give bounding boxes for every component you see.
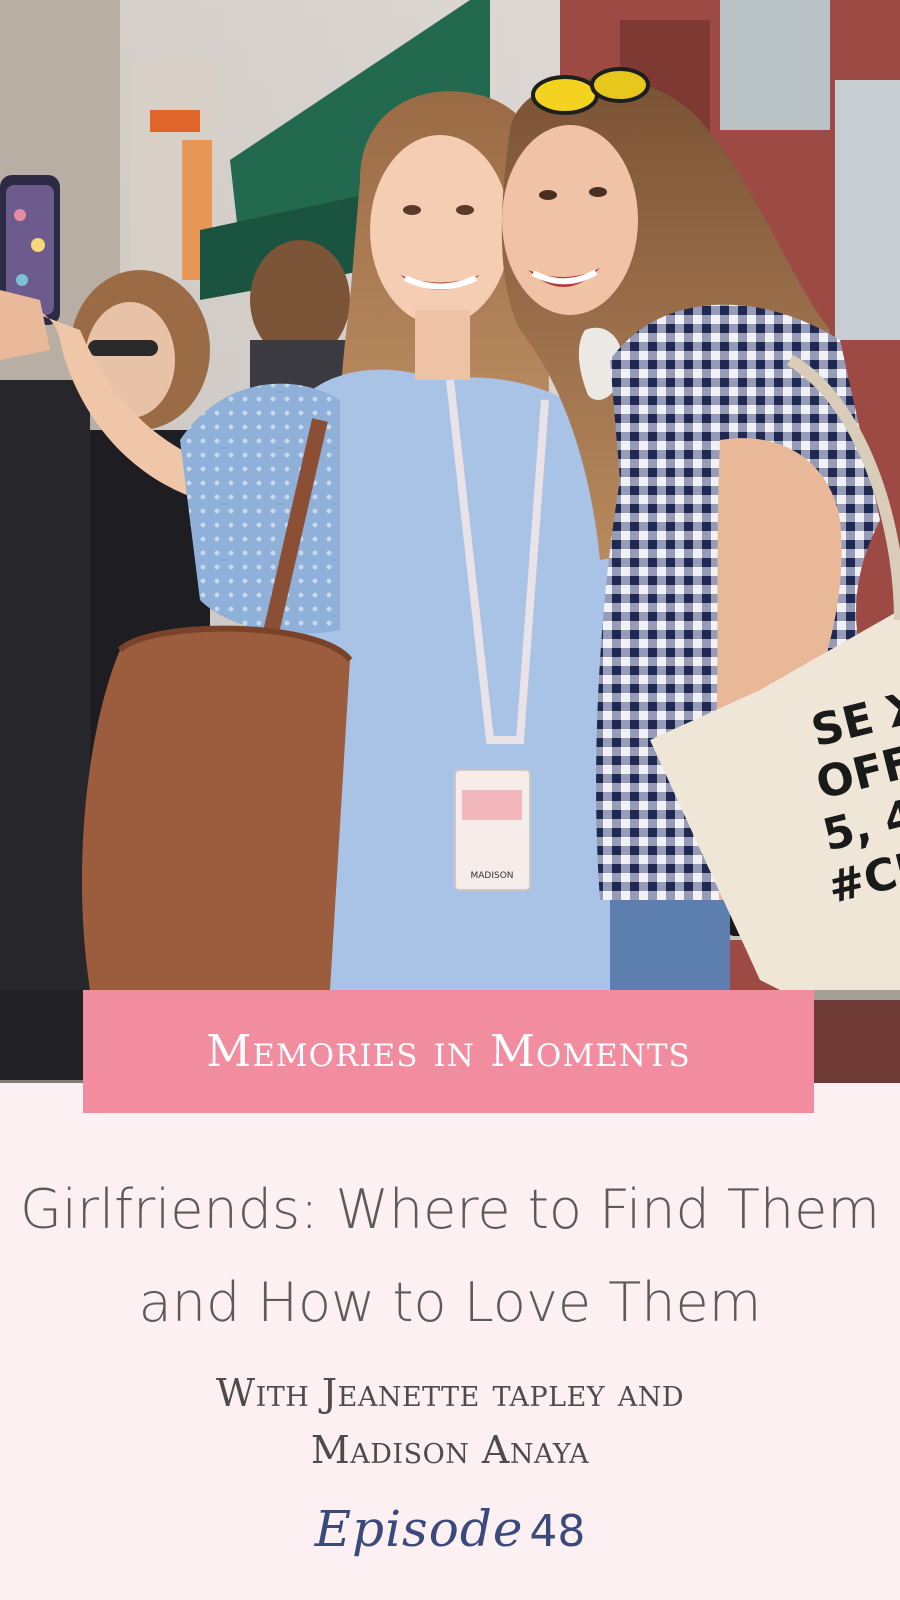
badge-name-text: MADISON <box>470 871 513 881</box>
hosts-credit: With Jeanette tapley and Madison Anaya <box>60 1365 840 1479</box>
episode-word: Episode <box>314 1500 524 1558</box>
episode-number: 48 <box>529 1506 586 1557</box>
series-banner: Memories in Moments <box>83 990 814 1113</box>
hosts-line-2: Madison Anaya <box>310 1428 590 1472</box>
hero-photo: MADISON SE X OFF 5, 4, #CI <box>0 0 900 1083</box>
episode-title: Girlfriends: Where to Find Them and How … <box>20 1178 880 1334</box>
episode-label: Episode 48 <box>0 1500 900 1558</box>
hosts-line-1: With Jeanette tapley and <box>216 1371 684 1415</box>
series-title: Memories in Moments <box>206 1026 691 1077</box>
